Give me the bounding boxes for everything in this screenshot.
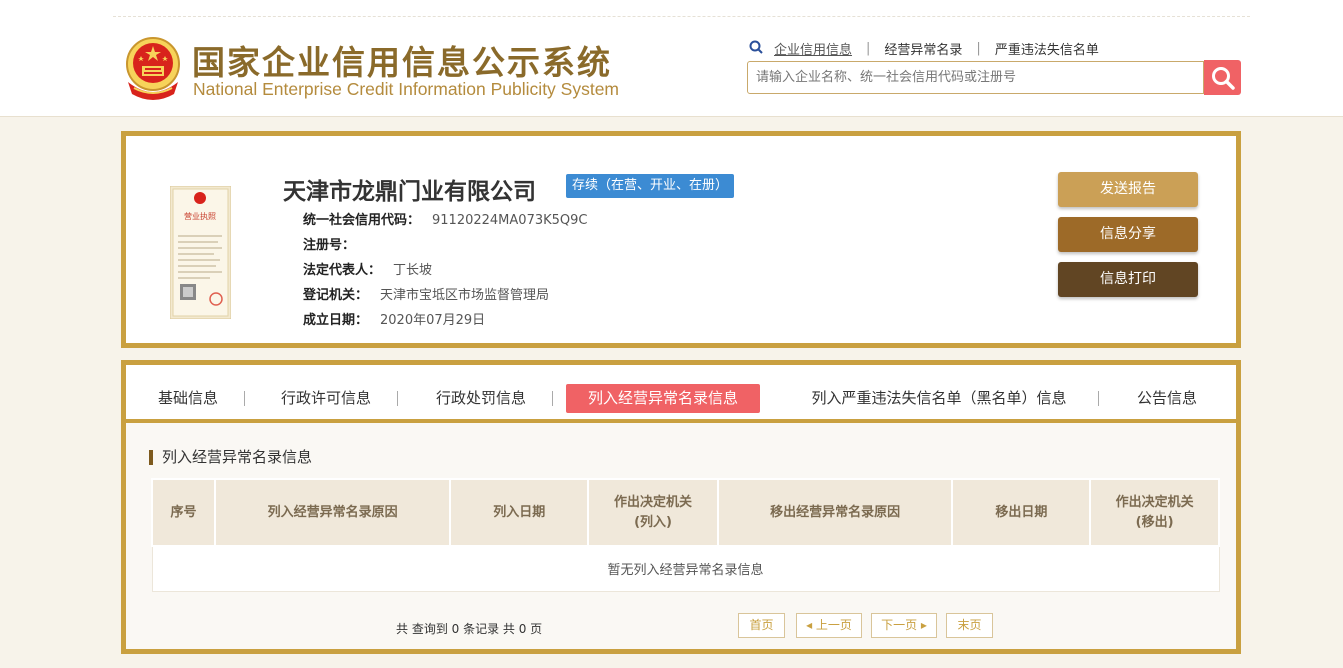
magnifier-icon: [749, 40, 763, 54]
table-header-row: 序号 列入经营异常名录原因 列入日期 作出决定机关 (列入) 移出经营异常名录原…: [151, 478, 1220, 547]
column-header-list-authority: 作出决定机关 (列入): [587, 478, 719, 547]
chevron-right-icon: ▸: [917, 618, 927, 632]
nav-divider: |: [866, 40, 871, 56]
business-license-icon: 营业执照: [170, 186, 231, 319]
tab-divider: [244, 391, 245, 406]
info-row-credit-code: 统一社会信用代码： 91120224MA073K5Q9C: [303, 209, 587, 228]
column-header-index: 序号: [151, 478, 216, 547]
site-title-cn: 国家企业信用信息公示系统: [192, 43, 612, 82]
tab-divider: [397, 391, 398, 406]
tab-admin-license[interactable]: 行政许可信息: [266, 384, 386, 413]
abnormal-records-table: 序号 列入经营异常名录原因 列入日期 作出决定机关 (列入) 移出经营异常名录原…: [151, 478, 1220, 592]
info-row-registration-number: 注册号：: [303, 234, 367, 253]
info-row-establishment-date: 成立日期： 2020年07月29日: [303, 309, 485, 328]
nav-link-enterprise-credit[interactable]: 企业信用信息: [774, 39, 852, 58]
pager-first-button[interactable]: 首页: [738, 613, 785, 638]
pager-next-label: 下一页: [881, 618, 918, 632]
column-header-remove-authority: 作出决定机关 (移出): [1089, 478, 1220, 547]
pager-next-button[interactable]: 下一页 ▸: [871, 613, 937, 638]
send-report-button[interactable]: 发送报告: [1058, 172, 1198, 207]
table-row: 暂无列入经营异常名录信息: [151, 545, 1220, 592]
header-dashed-line: [113, 16, 1250, 17]
info-label: 统一社会信用代码：: [303, 213, 421, 228]
site-header: 国家企业信用信息公示系统 National Enterprise Credit …: [0, 0, 1343, 117]
info-value: 91120224MA073K5Q9C: [432, 213, 588, 228]
search-button[interactable]: [1204, 60, 1241, 95]
nav-link-abnormal-list[interactable]: 经营异常名录: [884, 39, 962, 58]
info-label: 法定代表人：: [303, 263, 382, 278]
empty-records-message: 暂无列入经营异常名录信息: [151, 545, 1220, 592]
section-title: 列入经营异常名录信息: [149, 450, 312, 465]
search-input[interactable]: [748, 62, 1203, 93]
share-info-button[interactable]: 信息分享: [1058, 217, 1198, 252]
tab-divider: [552, 391, 553, 406]
info-label: 注册号：: [303, 238, 356, 253]
column-header-remove-date: 移出日期: [951, 478, 1092, 547]
status-badge: 存续（在营、开业、在册）: [566, 174, 735, 198]
company-card: 营业执照 天津市龙鼎门业有限公司 存续（在营、开业、在册） 统一社会信用代码： 9…: [121, 131, 1241, 348]
tab-divider: [1098, 391, 1099, 406]
info-value: 丁长坡: [393, 263, 433, 278]
header-nav: 企业信用信息 | 经营异常名录 | 严重违法失信名单: [748, 39, 1099, 58]
pager-last-button[interactable]: 末页: [946, 613, 993, 638]
company-name: 天津市龙鼎门业有限公司: [283, 179, 536, 205]
column-header-list-date: 列入日期: [449, 478, 590, 547]
tab-basic-info[interactable]: 基础信息: [142, 384, 234, 413]
site-title-en: National Enterprise Credit Information P…: [193, 79, 620, 99]
info-label: 成立日期：: [303, 313, 369, 328]
info-row-registration-authority: 登记机关： 天津市宝坻区市场监督管理局: [303, 284, 549, 303]
tab-serious-violation-blacklist[interactable]: 列入严重违法失信名单（黑名单）信息: [794, 384, 1084, 413]
print-info-button[interactable]: 信息打印: [1058, 262, 1198, 297]
info-value: 2020年07月29日: [380, 313, 486, 328]
pager-summary: 共 查询到 0 条记录 共 0 页: [396, 622, 543, 636]
national-emblem-icon: [126, 37, 180, 100]
tab-admin-penalty[interactable]: 行政处罚信息: [421, 384, 541, 413]
tab-bar: 基础信息 行政许可信息 行政处罚信息 列入经营异常名录信息 列入严重违法失信名单…: [126, 368, 1236, 423]
tab-abnormal-operation[interactable]: 列入经营异常名录信息: [566, 384, 760, 413]
info-value: 天津市宝坻区市场监督管理局: [380, 288, 550, 303]
info-row-legal-representative: 法定代表人： 丁长坡: [303, 259, 432, 278]
detail-panel: 基础信息 行政许可信息 行政处罚信息 列入经营异常名录信息 列入严重违法失信名单…: [121, 360, 1241, 654]
column-header-remove-reason: 移出经营异常名录原因: [716, 478, 954, 547]
chevron-left-icon: ◂: [806, 618, 816, 632]
nav-divider: |: [976, 40, 981, 56]
column-header-list-reason: 列入经营异常名录原因: [213, 478, 452, 547]
nav-link-serious-violation-list[interactable]: 严重违法失信名单: [995, 39, 1099, 58]
svg-text:营业执照: 营业执照: [184, 211, 216, 221]
info-label: 登记机关：: [303, 288, 369, 303]
search-box: [747, 61, 1204, 94]
pager-prev-label: 上一页: [815, 618, 852, 632]
tab-announcements[interactable]: 公告信息: [1122, 384, 1212, 413]
pager-prev-button[interactable]: ◂ 上一页: [796, 613, 862, 638]
search-icon: [1211, 66, 1235, 90]
